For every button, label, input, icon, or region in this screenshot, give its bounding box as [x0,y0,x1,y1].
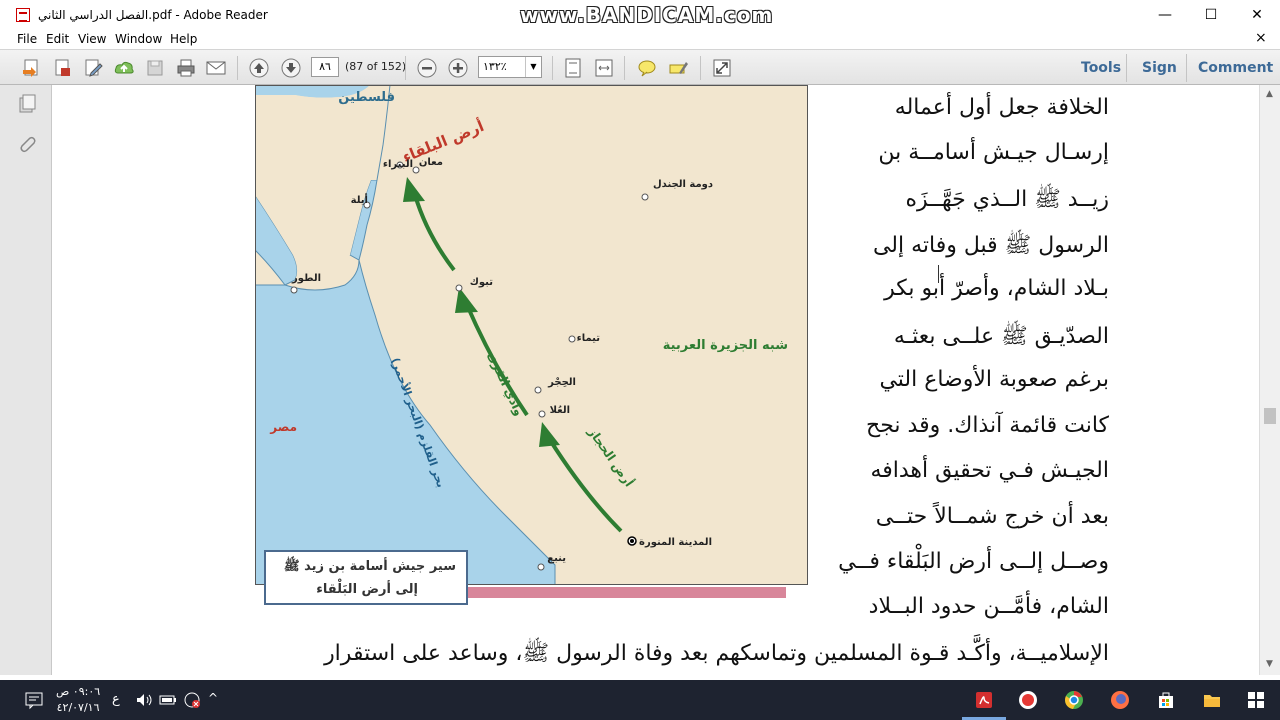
scroll-down-icon[interactable]: ▼ [1266,659,1273,669]
file-explorer-icon[interactable] [1202,690,1222,710]
document-close-icon[interactable]: × [1255,30,1267,46]
caption-line-2: إلى أرض البَلْقاء [316,582,418,597]
comment-bubble-icon[interactable] [636,57,658,79]
menu-help[interactable]: Help [170,32,197,46]
next-page-icon[interactable] [280,57,302,79]
text-line-11: وصــل إلــى أرض البَلْقاء فــي [838,549,1109,574]
tools-button[interactable]: Tools [1081,60,1121,76]
chrome-icon[interactable] [1064,690,1084,710]
caption-line-1: سير جيش أسامة بن زيد ﷺ [283,559,456,574]
map-label-tayma: تيماء [577,333,601,344]
menu-bar: File Edit View Window Help × [0,30,1280,49]
bandicam-watermark: www.BANDICAM.com [520,3,774,27]
text-line-6: الصدّيـق ﷺ علــى بعثـه [893,324,1109,349]
print-icon[interactable] [175,57,197,79]
map-label-ayla: أيلة [351,193,368,206]
zoom-value: ١٣٢٪ [483,60,507,73]
menu-file[interactable]: File [17,32,37,46]
window-title: الفصل الدراسي الثاني.pdf - Adobe Reader [38,8,268,22]
map-label-medina: المدينة المنورة [639,537,712,548]
clock-date: ٤٢/٠٧/١٦ [56,701,100,714]
text-line-8: كانت قائمة آنذاك. وقد نجح [866,413,1109,438]
text-line-9: الجيـش فـي تحقيق أهدافه [870,458,1109,483]
navigation-pane [0,85,52,675]
text-line-5: بـلاد الشام، وأصرّ أبو بكر [884,276,1109,301]
map-label-petra: البتراء [383,159,413,170]
map-figure: فلسطين أرض البلقاء معان البتراء أيلة دوم… [255,85,808,585]
battery-icon[interactable] [158,690,178,710]
show-hidden-icons-icon[interactable]: ^ [208,691,228,711]
fit-page-icon[interactable] [562,57,584,79]
zoom-select[interactable]: ١٣٢٪ ▼ [478,56,542,78]
comment-button[interactable]: Comment [1198,60,1273,76]
map-label-peninsula: شبه الجزيرة العربية [663,338,788,353]
map-caption: سير جيش أسامة بن زيد ﷺ إلى أرض البَلْقاء [264,550,468,605]
map-label-yanbu: ينبع [547,553,566,564]
create-pdf-icon[interactable] [51,57,73,79]
edit-pdf-icon[interactable] [82,57,104,79]
map-label-hijr: الحِجْر [547,377,576,388]
document-view[interactable]: فلسطين أرض البلقاء معان البتراء أيلة دوم… [52,85,1259,675]
firefox-icon[interactable] [1110,690,1130,710]
store-icon[interactable] [1156,690,1176,710]
menu-view[interactable]: View [78,32,106,46]
text-line-3: زيــد ﷺ الــذي جَهَّــزَه [905,187,1109,212]
email-icon[interactable] [205,57,227,79]
attachments-paperclip-icon[interactable] [16,133,38,155]
sign-button[interactable]: Sign [1142,60,1177,76]
open-file-icon[interactable] [20,57,42,79]
minimize-button[interactable]: — [1142,0,1188,30]
network-icon[interactable] [182,690,202,710]
page-number-input[interactable]: ٨٦ [311,57,339,77]
text-line-bottom: الإسلاميــة، وأكَّـد قـوة المسلمين وتماس… [324,641,1109,666]
upload-cloud-icon[interactable] [113,57,135,79]
close-button[interactable]: ✕ [1234,0,1280,30]
page-count: (87 of 152) [345,60,407,73]
text-line-7: برغم صعوبة الأوضاع التي [879,367,1109,392]
map-label-egypt: مصر [269,420,297,434]
toolbar: ٨٦ (87 of 152) ١٣٢٪ ▼ Tools Sign Comment [0,49,1280,85]
map-label-palestine: فلسطين [338,90,395,105]
notification-icon[interactable] [24,690,44,710]
map-label-maan: معان [419,157,443,168]
page-thumbnails-icon[interactable] [16,93,38,115]
zoom-in-icon[interactable] [447,57,469,79]
vertical-scrollbar[interactable]: ▲ ▼ [1259,85,1280,675]
menu-window[interactable]: Window [115,32,162,46]
acrobat-taskbar-icon[interactable] [974,690,994,710]
maximize-button[interactable]: ☐ [1188,0,1234,30]
text-line-4: الرسول ﷺ قبل وفاته إلى [872,233,1109,258]
text-line-2: إرسـال جيـش أسامــة بن [878,140,1109,165]
previous-page-icon[interactable] [248,57,270,79]
text-line-10: بعد أن خرج شمــالاً حتــى [875,504,1109,529]
map-label-tabuk: تبوك [470,277,494,288]
title-bar: الفصل الدراسي الثاني.pdf - Adobe Reader … [0,0,1280,30]
taskbar: ٠٩:٠٦ ص ٤٢/٠٧/١٦ ع ^ [0,680,1280,720]
language-indicator[interactable]: ع [112,692,120,707]
text-line-1: الخلافة جعل أول أعماله [894,95,1109,120]
map-label-dumat: دومة الجندل [653,179,713,190]
fullscreen-icon[interactable] [711,57,733,79]
clock-time: ٠٩:٠٦ ص [56,685,101,698]
chevron-down-icon[interactable]: ▼ [525,57,541,77]
save-icon[interactable] [144,57,166,79]
adobe-reader-icon [16,8,30,22]
fit-width-icon[interactable] [593,57,615,79]
text-line-12: الشام، فأمَّــن حدود البــلاد [868,594,1109,619]
zoom-out-icon[interactable] [416,57,438,79]
highlight-icon[interactable] [667,57,689,79]
map-label-ula: العُلا [550,405,570,416]
map-label-tur: الطور [291,273,321,284]
system-clock[interactable]: ٠٩:٠٦ ص ٤٢/٠٧/١٦ [56,684,100,716]
i-beam-cursor-icon [938,265,939,283]
start-windows-icon[interactable] [1246,690,1266,710]
bandicam-record-icon[interactable] [1018,690,1038,710]
scrollbar-thumb[interactable] [1264,408,1276,424]
scroll-up-icon[interactable]: ▲ [1266,89,1273,99]
menu-edit[interactable]: Edit [46,32,69,46]
volume-icon[interactable] [134,690,154,710]
decorative-bar [468,587,786,598]
